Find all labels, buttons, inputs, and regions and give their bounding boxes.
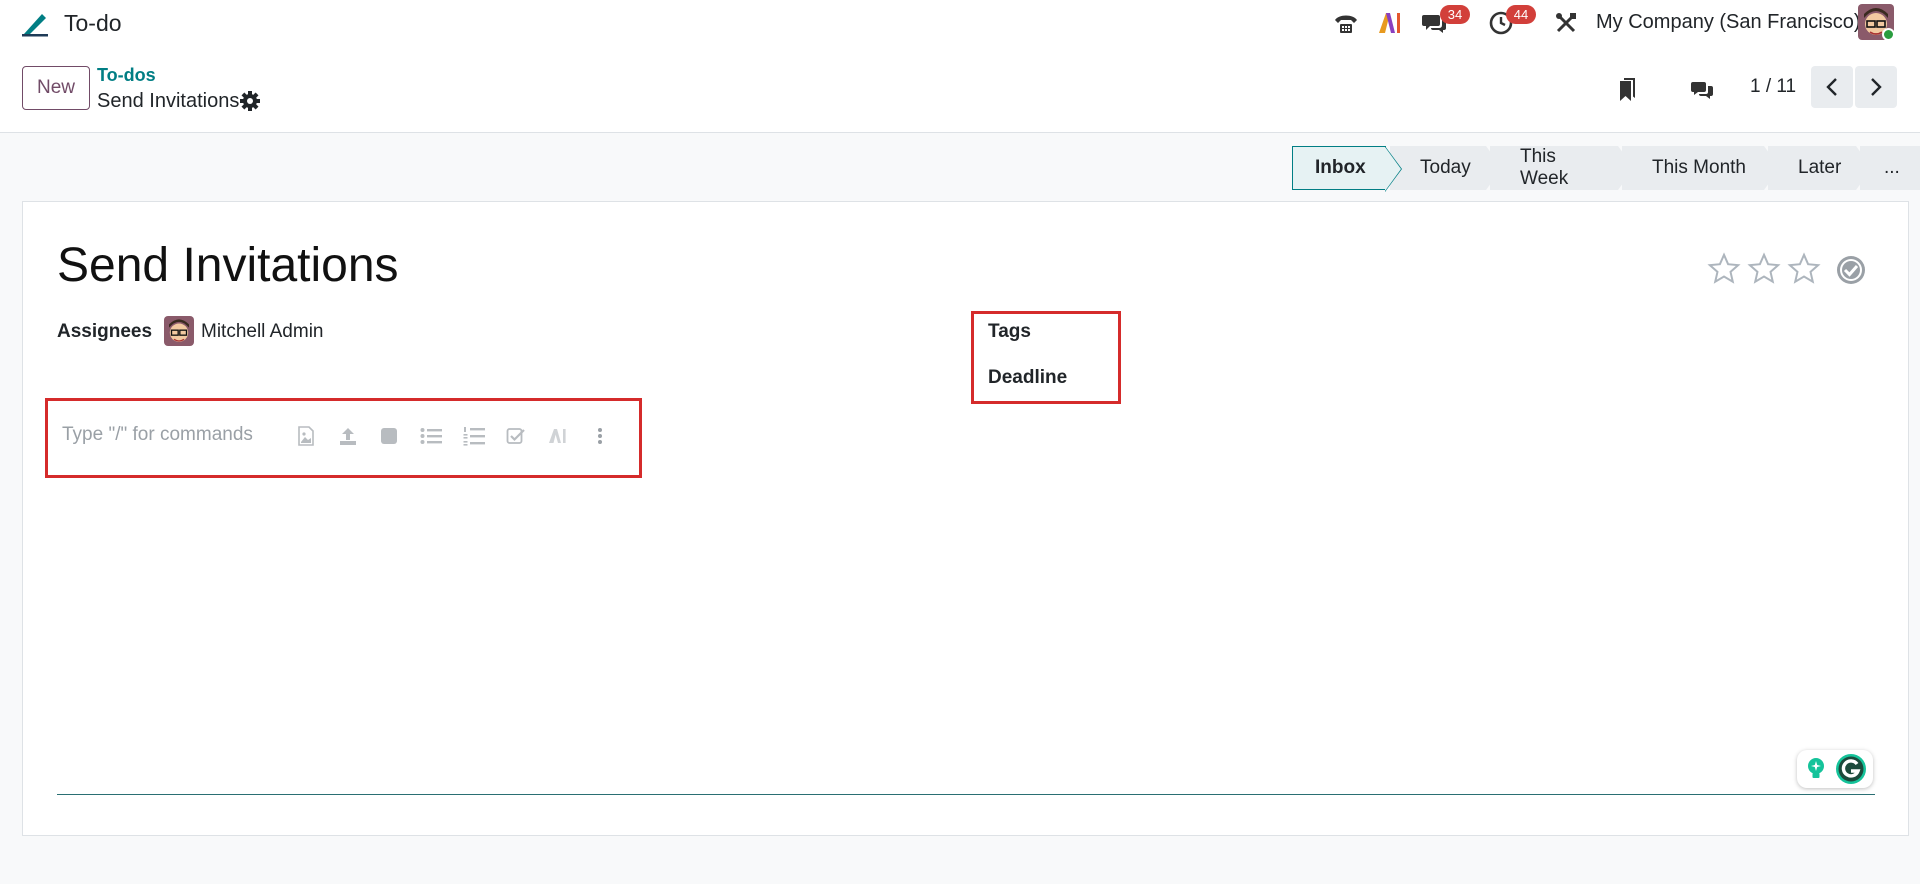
lightbulb-icon[interactable] — [1805, 757, 1827, 781]
stage-label: Inbox — [1315, 157, 1366, 178]
mark-done-icon[interactable] — [1835, 254, 1867, 286]
ai-assistant-icon[interactable] — [547, 425, 569, 447]
chatter-icon[interactable] — [1686, 74, 1718, 106]
deadline-label: Deadline — [988, 367, 1068, 388]
breadcrumb-current: Send Invitations — [97, 90, 240, 112]
ai-icon[interactable] — [1376, 9, 1404, 37]
assignee-avatar[interactable] — [164, 316, 194, 346]
tags-label: Tags — [988, 321, 1031, 342]
bookmark-icon[interactable] — [1612, 74, 1644, 106]
app-title[interactable]: To-do — [64, 10, 122, 37]
debug-tools-icon[interactable] — [1552, 9, 1580, 37]
numbered-list-icon[interactable] — [463, 425, 485, 447]
top-navbar: To-do 34 44 My Company (San Francisco) — [0, 0, 1920, 46]
stage-label: This Month — [1652, 157, 1746, 178]
online-status-icon — [1882, 28, 1895, 41]
stage-label: ... — [1884, 157, 1900, 178]
messages-count-badge: 34 — [1440, 5, 1470, 24]
pager-value[interactable]: 1 / 11 — [1750, 76, 1796, 98]
todo-app-icon[interactable] — [20, 8, 50, 38]
priority-stars — [1707, 252, 1821, 286]
chevron-right-icon — [1871, 78, 1882, 96]
editor-placeholder[interactable]: Type "/" for commands — [62, 424, 253, 446]
star-icon[interactable] — [1787, 252, 1821, 286]
grammarly-widget[interactable] — [1797, 750, 1873, 788]
star-icon[interactable] — [1707, 252, 1741, 286]
assignee-name[interactable]: Mitchell Admin — [201, 321, 324, 343]
grammarly-icon[interactable] — [1835, 753, 1867, 785]
bulleted-list-icon[interactable] — [420, 425, 442, 447]
chevron-left-icon — [1826, 78, 1837, 96]
block-icon[interactable] — [378, 425, 400, 447]
activities-count-badge: 44 — [1506, 5, 1536, 24]
stage-statusbar: Inbox Today This Week This Month Later .… — [1292, 146, 1920, 192]
new-button[interactable]: New — [22, 66, 90, 110]
stage-label: Later — [1798, 157, 1842, 178]
more-options-icon[interactable] — [589, 425, 611, 447]
image-icon[interactable] — [295, 425, 317, 447]
upload-icon[interactable] — [337, 425, 359, 447]
checklist-icon[interactable] — [505, 425, 527, 447]
stage-this-month[interactable]: This Month — [1622, 146, 1780, 190]
pager-previous-button[interactable] — [1811, 66, 1853, 108]
stage-label: Today — [1420, 157, 1471, 178]
star-icon[interactable] — [1747, 252, 1781, 286]
stage-inbox[interactable]: Inbox — [1292, 146, 1402, 192]
stage-later[interactable]: Later — [1768, 146, 1872, 190]
editor-underline — [57, 794, 1875, 795]
control-panel: New To-dos Send Invitations 1 / 11 — [0, 46, 1920, 133]
breadcrumb-todos-link[interactable]: To-dos — [97, 65, 156, 86]
assignees-label: Assignees — [57, 321, 153, 342]
stage-today[interactable]: Today — [1390, 146, 1502, 190]
record-title[interactable]: Send Invitations — [57, 238, 399, 293]
phone-icon[interactable] — [1332, 9, 1360, 37]
company-switcher[interactable]: My Company (San Francisco) — [1596, 11, 1861, 34]
stage-this-week[interactable]: This Week — [1490, 146, 1634, 190]
stage-label: This Week — [1520, 146, 1569, 189]
gear-icon[interactable] — [239, 90, 261, 112]
form-sheet: Send Invitations Assignees Mitchell Admi… — [22, 201, 1909, 836]
pager-next-button[interactable] — [1855, 66, 1897, 108]
